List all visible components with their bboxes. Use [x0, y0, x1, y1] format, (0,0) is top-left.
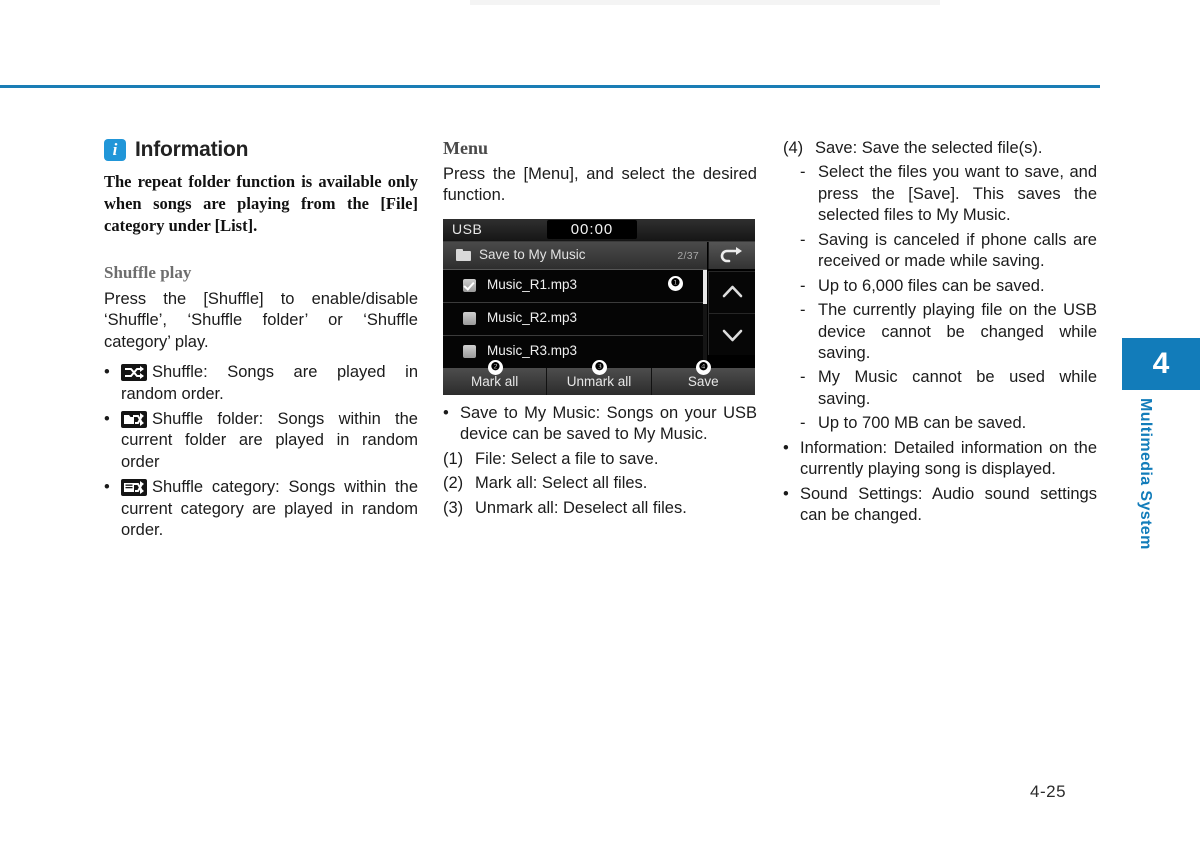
list-item: - Up to 6,000 files can be saved.: [783, 276, 1097, 297]
list-item-text: Up to 700 MB can be saved.: [818, 414, 1027, 433]
list-item-text: Save: Save the selected file(s).: [815, 139, 1043, 157]
dash-marker: -: [800, 230, 806, 249]
file-checkbox[interactable]: [463, 312, 476, 325]
device-back-button[interactable]: [708, 242, 755, 269]
list-item: • Shuffle category: Songs within the cur…: [104, 477, 418, 542]
list-item: - Saving is canceled if phone calls are …: [783, 230, 1097, 273]
shuffle-play-intro: Press the [Shuffle] to enable/disable ‘S…: [104, 289, 418, 351]
list-item-text: The currently playing file on the USB de…: [818, 301, 1097, 362]
chapter-number: 4: [1152, 347, 1170, 380]
list-item-text: Mark all: Select all files.: [475, 474, 648, 493]
list-item-text: Shuffle: Songs are played in random orde…: [121, 363, 418, 403]
shuffle-play-heading: Shuffle play: [104, 262, 192, 282]
list-item-text: Shuffle folder: Songs within the current…: [121, 409, 418, 472]
scan-artifact: [470, 0, 940, 5]
list-item: (1) File: Select a file to save.: [443, 449, 757, 470]
bullet-marker: •: [783, 438, 789, 457]
shuffle-folder-icon: [121, 410, 147, 428]
usb-save-screen-figure: USB 00:00 Save to My Music 2/37 Music_R1…: [443, 219, 755, 395]
information-heading: i Information: [104, 138, 418, 162]
list-item: • Save to My Music: Songs on your USB de…: [443, 403, 757, 446]
menu-heading: Menu: [443, 138, 488, 158]
list-item: (4) Save: Save the selected file(s).: [783, 138, 1097, 159]
list-item: - The currently playing file on the USB …: [783, 300, 1097, 364]
column-middle-lower: • Save to My Music: Songs on your USB de…: [443, 403, 757, 522]
bullet-marker: •: [783, 484, 789, 503]
list-item-text: Up to 6,000 files can be saved.: [818, 276, 1045, 295]
file-checkbox[interactable]: [463, 279, 476, 292]
list-item-text: File: Select a file to save.: [475, 449, 659, 468]
device-scroll-down-button[interactable]: [708, 313, 755, 355]
table-row[interactable]: Music_R2.mp3: [443, 303, 707, 336]
list-marker: (3): [443, 498, 464, 517]
callout-badge-1: ❶: [668, 276, 683, 291]
device-folder-count: 2/37: [677, 250, 699, 262]
device-scrollbar-thumb[interactable]: [703, 270, 707, 304]
list-item-text: Unmark all: Deselect all files.: [475, 498, 687, 517]
chapter-tab: 4: [1122, 338, 1200, 390]
bullet-marker: •: [443, 404, 449, 422]
callout-badge-2: ❷: [488, 360, 503, 375]
dash-marker: -: [800, 368, 806, 387]
list-item-text: Sound Settings: Audio sound settings can…: [800, 484, 1097, 524]
list-marker: (2): [443, 474, 464, 493]
file-name: Music_R2.mp3: [487, 310, 578, 325]
callout-badge-3: ❸: [592, 360, 607, 375]
list-item: (2) Mark all: Select all files.: [443, 473, 757, 494]
list-item: • Shuffle folder: Songs within the curre…: [104, 409, 418, 474]
list-item: • Shuffle: Songs are played in random or…: [104, 362, 418, 406]
list-item: • Sound Settings: Audio sound settings c…: [783, 484, 1097, 527]
device-folder-title: Save to My Music: [479, 247, 586, 262]
device-scroll-up-button[interactable]: [708, 271, 755, 313]
information-heading-text: Information: [135, 138, 249, 161]
dash-marker: -: [800, 414, 806, 433]
file-name: Music_R1.mp3: [487, 277, 578, 292]
list-item-text: Shuffle category: Songs within the curre…: [121, 477, 418, 540]
device-status-bar: USB 00:00: [443, 219, 755, 242]
table-row[interactable]: Music_R3.mp3: [443, 336, 707, 369]
chapter-label: Multimedia System: [1137, 398, 1154, 550]
list-item: • Information: Detailed information on t…: [783, 438, 1097, 481]
list-marker: (4): [783, 139, 804, 157]
shuffle-icon: [121, 364, 147, 382]
bullet-marker: •: [104, 477, 110, 496]
list-item-text: Select the files you want to save, and p…: [818, 163, 1097, 225]
shuffle-category-icon: [121, 478, 147, 496]
file-checkbox[interactable]: [463, 345, 476, 358]
table-row[interactable]: Music_R1.mp3: [443, 270, 707, 303]
dash-marker: -: [800, 163, 806, 182]
list-item: - Select the files you want to save, and…: [783, 162, 1097, 226]
list-item: (3) Unmark all: Deselect all files.: [443, 498, 757, 519]
header-rule: [0, 85, 1100, 88]
list-marker: (1): [443, 449, 464, 468]
folder-icon: [456, 249, 471, 261]
file-name: Music_R3.mp3: [487, 343, 578, 358]
column-left: i Information The repeat folder function…: [104, 138, 418, 545]
bullet-marker: •: [104, 409, 110, 428]
menu-intro: Press the [Menu], and select the desired…: [443, 165, 757, 205]
device-folder-bar: Save to My Music 2/37: [443, 242, 707, 270]
page-number: 4-25: [1030, 782, 1067, 801]
list-item-text: Save to My Music: Songs on your USB devi…: [460, 404, 757, 444]
callout-badge-4: ❹: [696, 360, 711, 375]
information-body: The repeat folder function is available …: [104, 172, 418, 235]
chevron-down-icon: [722, 329, 743, 342]
device-clock: 00:00: [570, 221, 614, 238]
dash-marker: -: [800, 301, 806, 320]
chevron-up-icon: [722, 285, 743, 298]
list-item: - Up to 700 MB can be saved.: [783, 413, 1097, 434]
dash-marker: -: [800, 276, 806, 295]
device-clock-box: 00:00: [547, 220, 637, 239]
column-right: (4) Save: Save the selected file(s). - S…: [783, 138, 1097, 529]
list-item-text: Saving is canceled if phone calls are re…: [818, 230, 1097, 271]
back-arrow-icon: [720, 247, 742, 263]
column-middle: Menu Press the [Menu], and select the de…: [443, 138, 757, 216]
list-item: - My Music cannot be used while saving.: [783, 367, 1097, 410]
bullet-marker: •: [104, 363, 110, 382]
info-icon: i: [104, 139, 126, 161]
device-source-label: USB: [452, 221, 483, 237]
list-item-text: Information: Detailed information on the…: [800, 438, 1097, 479]
list-item-text: My Music cannot be used while saving.: [818, 368, 1097, 408]
